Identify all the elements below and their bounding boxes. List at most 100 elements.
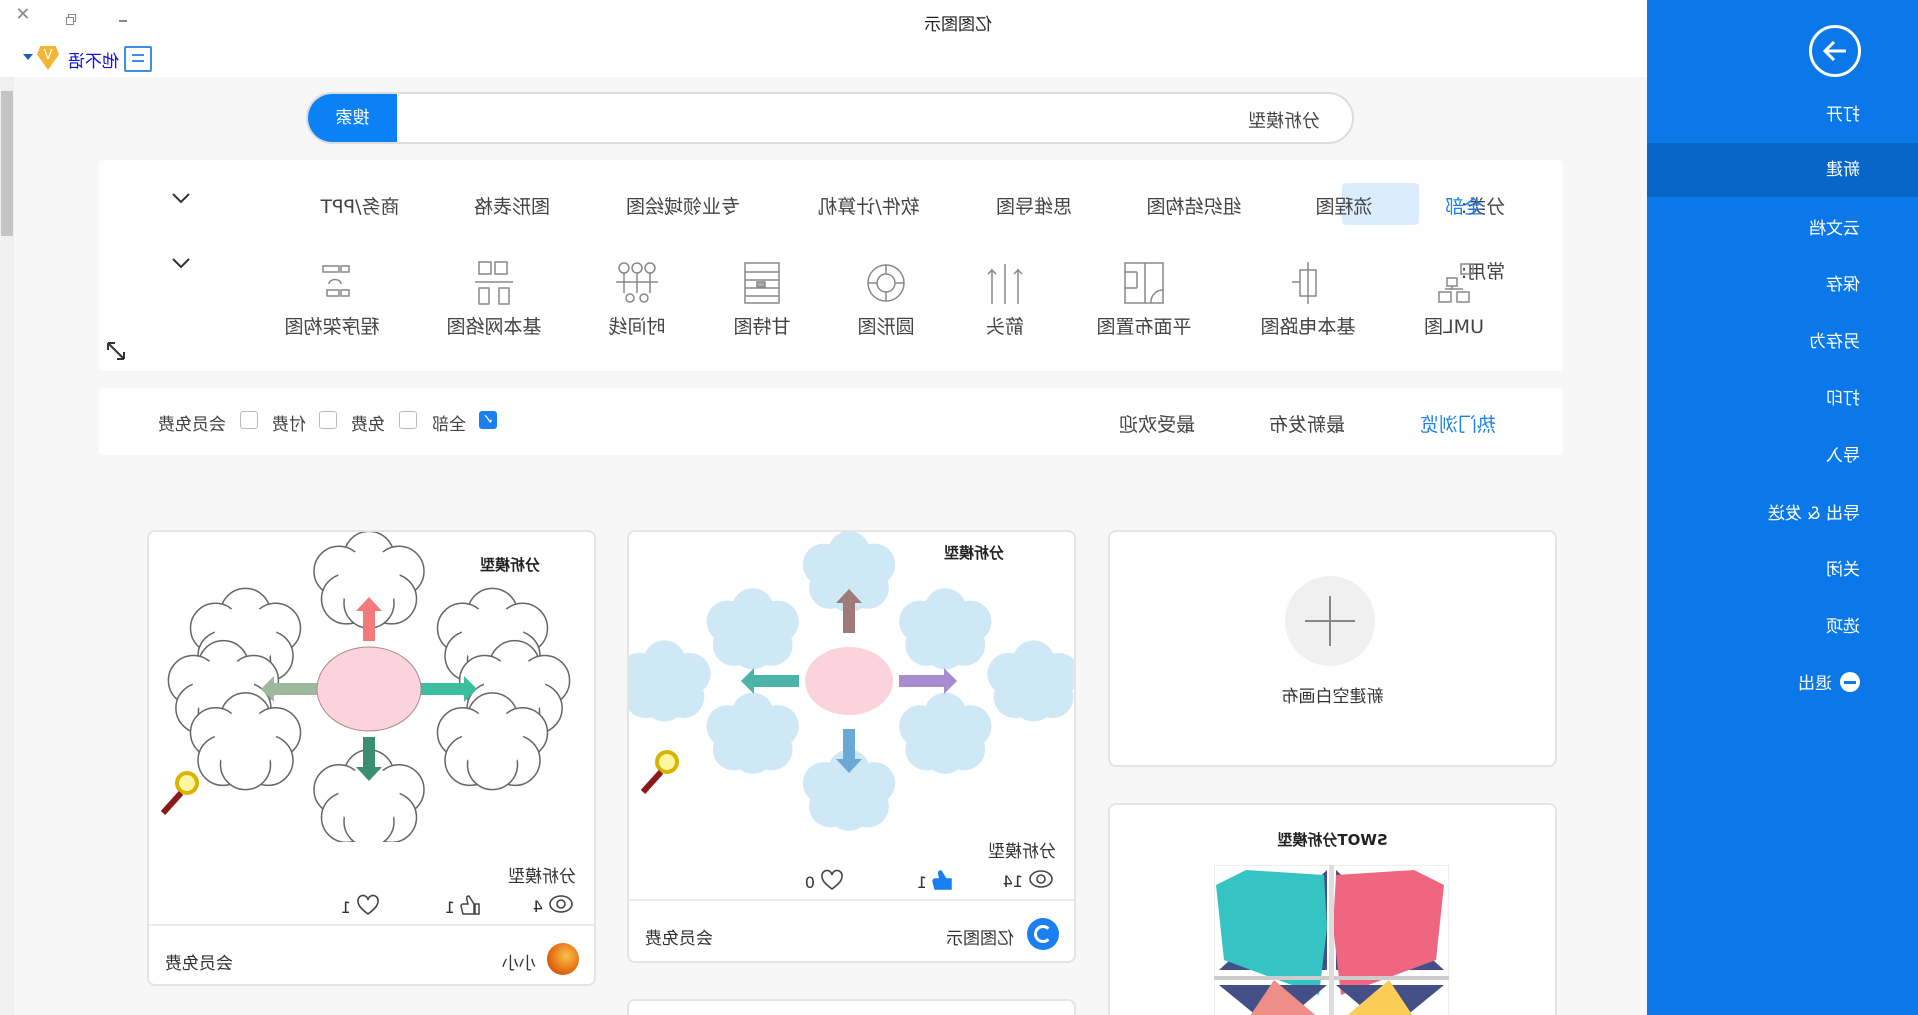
new-blank-canvas-card[interactable]: 新建空白画布 [1108, 530, 1557, 767]
network-icon[interactable] [471, 260, 517, 306]
author-name[interactable]: 小小 [502, 949, 536, 974]
filter-label[interactable]: 免费 [351, 410, 385, 435]
count-value: 4 [532, 896, 543, 916]
gantt-icon[interactable] [739, 260, 785, 306]
uml-icon[interactable] [1431, 260, 1477, 306]
sidebar-item[interactable]: 另存为 [1647, 315, 1918, 369]
sort-tab[interactable]: 热门浏览 [1420, 410, 1496, 437]
timeline-icon[interactable] [614, 260, 660, 306]
plus-icon [1285, 576, 1375, 666]
count-value: 1 [340, 897, 351, 917]
user-name[interactable]: 他不语 [68, 47, 119, 72]
chevron-down-icon[interactable] [171, 188, 191, 208]
sidebar-item[interactable]: 打印 [1647, 372, 1918, 426]
minimize-button[interactable] [111, 8, 135, 32]
common-item-label[interactable]: 程序架构图 [284, 312, 379, 339]
filter-checkbox[interactable] [319, 411, 337, 429]
sidebar-item-label: 关闭 [1826, 560, 1860, 580]
count-value: 1 [916, 872, 927, 892]
sort-tab[interactable]: 最受欢迎 [1119, 410, 1195, 437]
sidebar: 打开 新建 云文档保存另存为打印导入导出 & 发送关闭选项 退出 [1647, 0, 1918, 1015]
category-tab[interactable]: 组织结构图 [1146, 192, 1241, 219]
filter-checkbox[interactable] [240, 411, 258, 429]
eye-count[interactable]: 14 [1003, 869, 1054, 893]
template-card[interactable]: 分析模型 分析模型 14 1 0 亿图图示 会员免费 [618, 530, 1080, 963]
sidebar-item[interactable]: 选项 [1647, 600, 1918, 654]
common-item-label[interactable]: 时间线 [608, 312, 665, 339]
program-architecture-icon[interactable] [309, 260, 355, 306]
heart-icon [820, 869, 844, 895]
eye-icon [548, 894, 574, 918]
sidebar-item[interactable]: 导入 [1647, 429, 1918, 483]
thumbs-up-count[interactable]: 1 [445, 894, 482, 920]
common-item-label[interactable]: 圆形图 [857, 312, 914, 339]
sidebar-item[interactable]: 新建 [1647, 143, 1918, 197]
search-button[interactable]: 搜索 [308, 94, 397, 142]
scrollbar[interactable] [0, 77, 14, 1015]
filter-label[interactable]: 全部 [432, 410, 466, 435]
template-preview-image[interactable] [618, 531, 1080, 842]
new-blank-canvas-label: 新建空白画布 [1281, 687, 1384, 707]
common-item-label[interactable]: 平面布置图 [1096, 312, 1191, 339]
chevron-down-icon[interactable] [171, 253, 191, 273]
sidebar-item[interactable]: 保存 [1647, 258, 1918, 312]
sidebar-item[interactable]: 打开 [1647, 88, 1918, 142]
sidebar-item-label: 保存 [1826, 275, 1860, 295]
arrow-icon[interactable] [982, 260, 1028, 306]
feedback-icon[interactable] [124, 46, 152, 72]
template-preview-image[interactable] [149, 530, 594, 848]
category-tab[interactable]: 图形表格 [474, 192, 550, 219]
category-tab[interactable]: 专业领域绘图 [626, 192, 740, 219]
filter-label[interactable]: 付费 [272, 410, 306, 435]
filter-checkbox[interactable]: ✓ [479, 411, 497, 429]
template-card[interactable]: 分析模型 分析模型 4 1 1 小小 会员免费 [147, 530, 596, 986]
count-value: 0 [804, 872, 815, 892]
template-title: 分析模型 [508, 867, 576, 887]
common-item-label[interactable]: 基本网络图 [446, 312, 541, 339]
sort-tab[interactable]: 最新发布 [1269, 410, 1345, 437]
common-item-label[interactable]: 箭头 [986, 312, 1024, 339]
restore-button[interactable] [59, 8, 83, 32]
heart-count[interactable]: 0 [805, 869, 844, 895]
category-tab[interactable]: 软件/计算机 [818, 192, 919, 219]
sidebar-item-label: 另存为 [1809, 332, 1860, 352]
circle-chart-icon[interactable] [863, 260, 909, 306]
circuit-icon[interactable] [1285, 260, 1331, 306]
preview-title: 分析模型 [479, 556, 540, 574]
filter-checkbox[interactable] [399, 411, 417, 429]
content-area: 分析模型 搜索 分类: 全部 流程图 组织结构图 思维导图 软件/计算机 专业领域绘图 图形表… [0, 77, 1647, 1015]
category-panel: 分类: 全部 流程图 组织结构图 思维导图 软件/计算机 专业领域绘图 图形表格 商务/PPT 常… [99, 160, 1563, 371]
heart-icon [356, 894, 380, 920]
sidebar-item[interactable]: 关闭 [1647, 543, 1918, 597]
filter-label[interactable]: 会员免费 [158, 410, 226, 435]
sidebar-item[interactable]: 导出 & 发送 [1647, 487, 1918, 541]
category-tab[interactable]: 商务/PPT [321, 192, 400, 219]
close-button[interactable]: ✕ [11, 4, 35, 28]
back-arrow-icon[interactable] [1809, 25, 1861, 77]
eye-icon [1028, 869, 1054, 893]
category-tab[interactable]: 思维导图 [996, 192, 1072, 219]
sidebar-item[interactable]: 云文档 [1647, 202, 1918, 256]
thumbs-up-icon [460, 894, 482, 920]
template-card[interactable] [627, 999, 1076, 1015]
thumbs-up-count[interactable]: 1 [917, 869, 954, 895]
common-item-label[interactable]: UML图 [1424, 312, 1484, 339]
avatar [547, 943, 579, 975]
sidebar-item-label: 导入 [1826, 446, 1860, 466]
floor-plan-icon[interactable] [1121, 260, 1167, 306]
template-card-swot[interactable]: SWOT分析模型 [1108, 803, 1557, 1015]
preview-title: SWOT分析模型 [1277, 831, 1388, 849]
search-input[interactable]: 分析模型 [1248, 107, 1320, 133]
common-item-label[interactable]: 基本电路图 [1260, 312, 1355, 339]
category-tab[interactable]: 流程图 [1315, 192, 1372, 219]
eye-count[interactable]: 4 [533, 894, 574, 918]
window-title: 亿图图示 [924, 15, 992, 35]
common-item-label[interactable]: 甘特图 [733, 312, 790, 339]
heart-count[interactable]: 1 [341, 894, 380, 920]
expand-icon[interactable] [105, 340, 127, 362]
filter-panel: 热门浏览 最新发布 最受欢迎 ✓ 全部 免费 付费 会员免费 [99, 388, 1563, 455]
author-name[interactable]: 亿图图示 [946, 924, 1014, 949]
sidebar-item[interactable]: 退出 [1647, 657, 1918, 711]
user-dropdown-icon[interactable] [23, 54, 33, 60]
category-tab[interactable]: 全部 [1445, 192, 1483, 219]
